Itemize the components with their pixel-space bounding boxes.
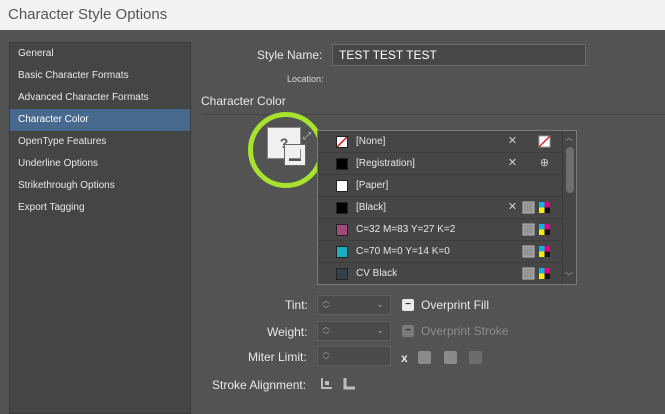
no-edit-icon: ✕ [507,157,518,169]
sidebar-item-underline-options[interactable]: Underline Options [10,153,190,175]
swatch-row[interactable]: [Paper] [318,175,564,197]
swatch-name: [Paper] [356,180,389,191]
none-swatch-chip-icon [336,136,348,148]
no-edit-icon: ✕ [507,135,518,147]
scroll-down-icon[interactable]: ﹀ [565,271,573,282]
weight-label: Weight: [267,325,308,339]
stepper-icon[interactable]: ︿ ﹀ [322,347,330,365]
category-sidebar: General Basic Character Formats Advanced… [9,42,191,414]
swatch-row[interactable]: [Registration] ✕ ⊕ [318,153,564,175]
sidebar-item-opentype-features[interactable]: OpenType Features [10,131,190,153]
swatch-scrollbar[interactable]: ︿ ﹀ [562,131,576,284]
swatch-chip [336,246,348,258]
overprint-stroke-label: Overprint Stroke [421,324,509,338]
swatch-name: C=70 M=0 Y=14 K=0 [356,246,450,257]
window-title: Character Style Options [8,6,168,23]
swatch-chip [336,202,348,214]
location-label: Location: [287,74,324,84]
swatch-row[interactable]: C=32 M=83 Y=27 K=2 [318,219,564,241]
scroll-up-icon[interactable]: ︿ [565,132,573,143]
registration-icon: ⊕ [539,157,550,169]
process-icon [522,245,535,258]
cmyk-icon [539,246,550,257]
swatch-name: CV Black [356,268,398,279]
swatch-chip [336,224,348,236]
tint-input[interactable]: ︿ ﹀ ⌄ [317,295,391,315]
style-name-input[interactable]: TEST TEST TEST [332,44,586,66]
miter-limit-label: Miter Limit: [248,350,307,364]
section-title: Character Color [201,94,286,108]
sidebar-item-general[interactable]: General [10,43,190,65]
overprint-fill-checkbox[interactable]: − [402,299,414,311]
swatch-chip [336,268,348,280]
swatch-name: C=32 M=83 Y=27 K=2 [356,224,456,235]
no-edit-icon: ✕ [507,201,518,213]
process-icon [522,201,535,214]
swatch-list[interactable]: [None] ✕ [Registration] ✕ ⊕ [Paper] [Bla… [317,130,577,285]
sidebar-item-basic-character-formats[interactable]: Basic Character Formats [10,65,190,87]
swatch-name: [Black] [356,202,387,213]
tint-label: Tint: [285,298,308,312]
cmyk-icon [539,224,550,235]
scrollbar-thumb[interactable] [566,147,574,193]
swatch-row[interactable]: [None] ✕ [318,131,564,153]
highlight-circle [248,112,324,188]
sidebar-item-character-color[interactable]: Character Color [10,109,190,131]
weight-input[interactable]: ︿ ﹀ ⌄ [317,321,391,341]
align-center-icon[interactable] [320,377,333,390]
swatch-row[interactable]: C=70 M=0 Y=14 K=0 [318,241,564,263]
stepper-icon[interactable]: ︿ ﹀ [322,322,330,340]
style-name-label: Style Name: [257,48,323,62]
chevron-down-icon[interactable]: ⌄ [376,325,384,336]
cmyk-icon [539,268,550,279]
stroke-alignment-label: Stroke Alignment: [212,378,307,392]
miter-limit-input[interactable]: ︿ ﹀ [317,346,391,366]
none-swatch-icon [538,135,551,148]
sidebar-item-advanced-character-formats[interactable]: Advanced Character Formats [10,87,190,109]
swatch-chip [336,180,348,192]
title-bar: Character Style Options [0,0,665,30]
process-icon [522,267,535,280]
miter-x-label: x [401,351,408,365]
swatch-chip [336,158,348,170]
swatch-row[interactable]: [Black] ✕ [318,197,564,219]
miter-join-icon[interactable] [418,351,431,364]
round-join-icon[interactable] [444,351,457,364]
swatch-name: [Registration] [356,158,415,169]
swatch-row[interactable]: CV Black [318,263,564,284]
align-outside-icon[interactable] [343,377,356,390]
overprint-stroke-checkbox[interactable]: − [402,325,414,337]
chevron-down-icon[interactable]: ⌄ [376,299,384,310]
cmyk-icon [539,202,550,213]
process-icon [522,223,535,236]
sidebar-item-export-tagging[interactable]: Export Tagging [10,197,190,219]
sidebar-item-strikethrough-options[interactable]: Strikethrough Options [10,175,190,197]
swatch-name: [None] [356,136,386,147]
overprint-fill-label: Overprint Fill [421,298,490,312]
stepper-icon[interactable]: ︿ ﹀ [322,296,330,314]
bevel-join-icon[interactable] [469,351,482,364]
